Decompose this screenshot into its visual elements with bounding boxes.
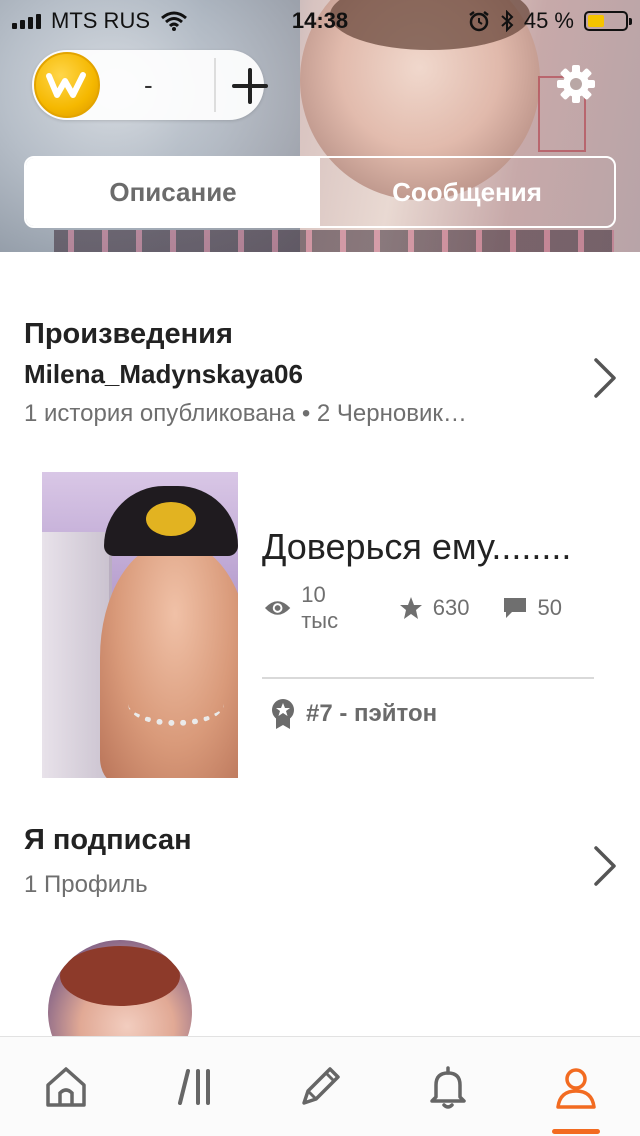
votes-count: 630	[432, 595, 470, 620]
profile-icon[interactable]	[552, 1063, 600, 1111]
coin-balance-value: -	[144, 70, 153, 100]
battery-percent: 45 %	[523, 8, 574, 33]
story-title[interactable]: Доверься ему........	[262, 526, 571, 568]
star-icon	[399, 597, 422, 619]
status-right: 45 %	[468, 8, 632, 34]
gear-icon[interactable]	[556, 64, 596, 104]
works-username: Milena_Madynskaya06	[24, 359, 303, 389]
profile-banner: MTS RUS 14:38 45 % - Описание Сообщения	[0, 0, 640, 252]
comments-count: 50	[537, 595, 562, 620]
banner-art-strip	[54, 230, 614, 252]
views-stat: 10 тыс	[264, 582, 367, 634]
coin-divider	[214, 58, 216, 112]
chevron-right-icon[interactable]	[590, 356, 620, 400]
views-count: 10 тыс	[301, 582, 339, 633]
alarm-icon	[469, 11, 489, 32]
following-section[interactable]: Я подписан 1 Профиль	[24, 824, 584, 899]
story-cover-image[interactable]	[42, 472, 238, 778]
works-summary: 1 история опубликована • 2 Черновик…	[24, 400, 467, 427]
works-section[interactable]: Произведения Milena_Madynskaya06 1 истор…	[24, 318, 584, 428]
battery-fill	[588, 15, 605, 27]
story-divider	[262, 677, 594, 679]
notifications-icon[interactable]	[424, 1063, 472, 1111]
works-title: Произведения	[24, 318, 233, 350]
write-icon[interactable]	[296, 1063, 344, 1111]
tab-description[interactable]: Описание	[26, 158, 320, 226]
rank-tag[interactable]: #7 - пэйтон	[270, 698, 437, 730]
home-icon[interactable]	[42, 1063, 90, 1111]
tab-messages[interactable]: Сообщения	[320, 158, 614, 226]
active-tab-indicator	[552, 1129, 600, 1134]
coin-balance-pill: -	[32, 50, 268, 120]
library-icon[interactable]	[172, 1063, 220, 1111]
buy-coins-button[interactable]	[228, 64, 272, 108]
comments-stat: 50	[502, 595, 562, 621]
chevron-right-icon[interactable]	[590, 844, 620, 888]
rank-tag-label: #7 - пэйтон	[306, 700, 438, 727]
wattpad-coin-icon	[34, 52, 100, 118]
following-title: Я подписан	[24, 824, 192, 856]
eye-icon	[264, 601, 291, 615]
story-stats: 10 тыс 630 50	[264, 582, 594, 634]
battery-icon	[584, 11, 632, 31]
story-card[interactable]: Доверься ему........ 10 тыс 630 50 #7 - …	[42, 472, 594, 780]
bottom-nav	[0, 1036, 640, 1136]
following-count: 1 Профиль	[24, 871, 148, 898]
votes-stat: 630	[399, 595, 470, 621]
bluetooth-icon	[501, 10, 514, 32]
ranking-badge-icon	[272, 699, 294, 729]
profile-tabs: Описание Сообщения	[24, 156, 616, 228]
status-bar: MTS RUS 14:38 45 %	[0, 0, 640, 40]
comment-icon	[503, 598, 526, 618]
